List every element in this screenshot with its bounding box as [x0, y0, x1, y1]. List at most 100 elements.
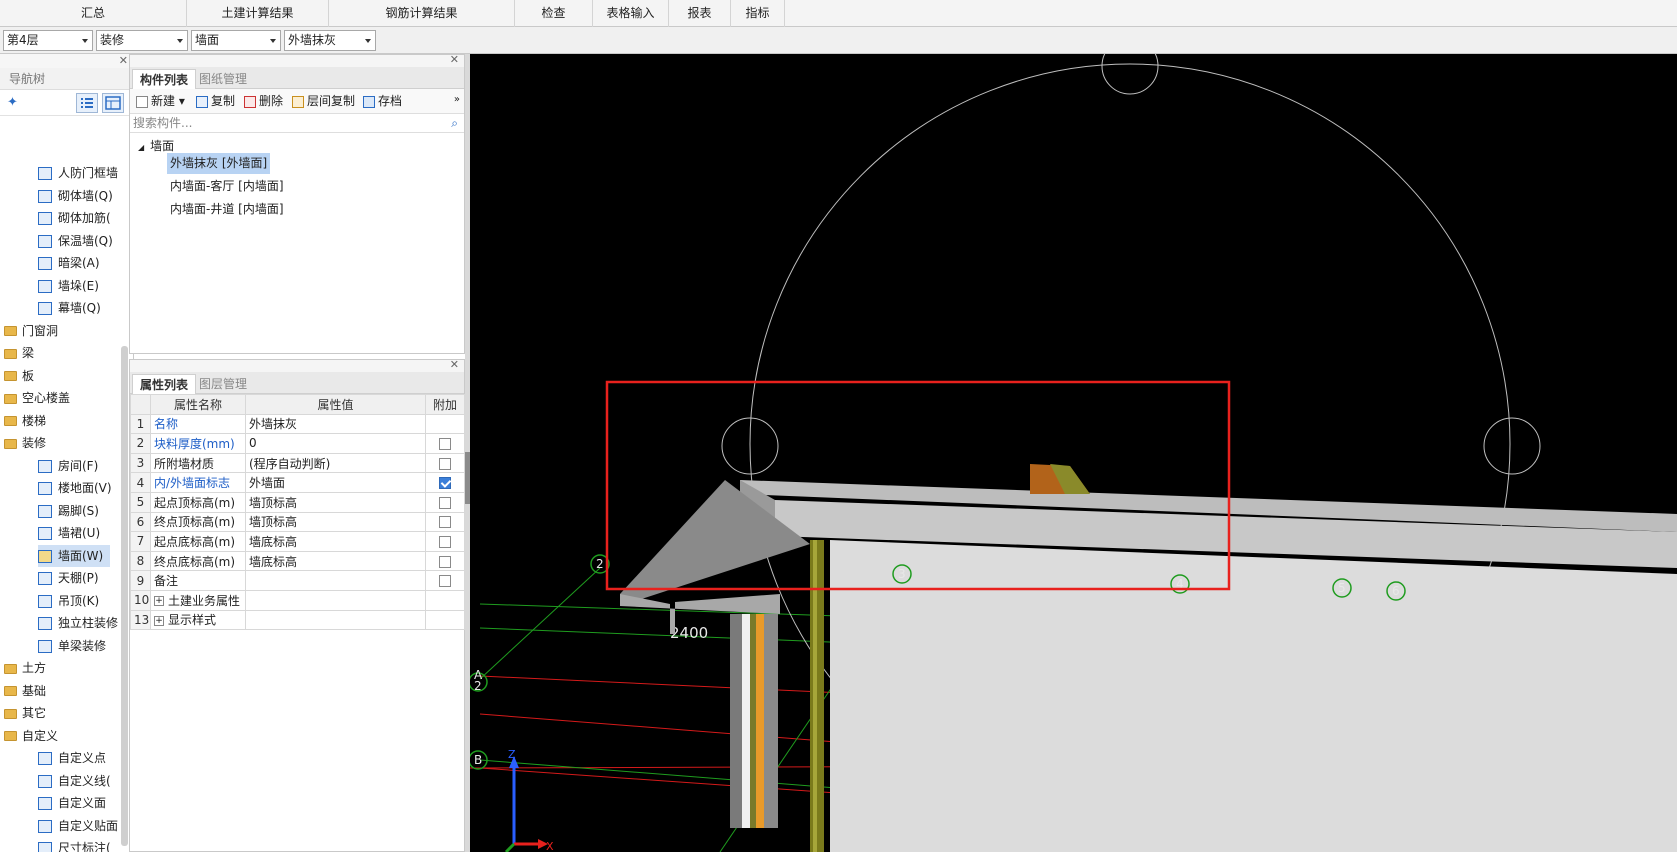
property-value[interactable]: 墙底标高 [245, 550, 426, 572]
collapse-triangle-icon[interactable]: ◢ [138, 143, 144, 152]
nav-scrollbar[interactable] [121, 346, 128, 846]
tab-civil-results[interactable]: 土建计算结果 [187, 0, 329, 27]
property-row[interactable]: 13 + 显示样式 [130, 609, 465, 631]
delete-button[interactable]: 删除 [244, 93, 283, 110]
nav-item[interactable]: 吊顶(K) [38, 590, 122, 612]
component-select[interactable]: 外墙抹灰 [284, 30, 376, 51]
nav-item[interactable]: 自定义 [4, 725, 120, 747]
property-value[interactable] [245, 589, 426, 611]
component-tree-group[interactable]: ◢ 墙面 [138, 137, 174, 154]
property-value[interactable] [245, 609, 426, 631]
property-row[interactable]: 1 名称 外墙抹灰 [130, 413, 465, 435]
wall-model[interactable] [620, 464, 1677, 852]
tab-table-input[interactable]: 表格输入 [593, 0, 669, 27]
copy-button[interactable]: 复制 [196, 93, 235, 110]
property-row[interactable]: 9 备注 [130, 570, 465, 591]
nav-item[interactable]: 墙垛(E) [38, 275, 122, 297]
extra-checkbox[interactable] [439, 555, 451, 568]
nav-item[interactable]: 其它 [4, 702, 120, 724]
tab-summary[interactable]: 汇总 [0, 0, 187, 27]
property-row[interactable]: 5 起点顶标高(m) 墙顶标高 [130, 491, 465, 513]
nav-item[interactable]: 幕墙(Q) [38, 297, 122, 319]
nav-item[interactable]: 楼梯 [4, 410, 120, 432]
nav-item[interactable]: 砌体墙(Q) [38, 185, 122, 207]
component-item[interactable]: 内墙面-客厅 [内墙面] [167, 176, 287, 197]
extra-checkbox[interactable] [439, 437, 451, 450]
close-icon[interactable]: ✕ [450, 53, 459, 66]
property-row[interactable]: 4 内/外墙面标志 外墙面 [130, 472, 465, 493]
nav-item[interactable]: 墙面(W) [38, 544, 110, 567]
nav-item[interactable]: 独立柱装修 [38, 612, 122, 634]
property-row[interactable]: 2 块料厚度(mm) 0 [130, 433, 465, 454]
property-row[interactable]: 8 终点底标高(m) 墙底标高 [130, 550, 465, 572]
orbit-handle-top[interactable] [1101, 54, 1159, 95]
extra-checkbox[interactable] [439, 575, 451, 588]
property-value[interactable]: 0 [245, 433, 426, 454]
nav-item[interactable]: 墙裙(U) [38, 522, 122, 544]
component-item[interactable]: 内墙面-井道 [内墙面] [167, 199, 287, 220]
3d-viewport[interactable]: 2400 2200 1300 400 2000 [470, 54, 1677, 852]
property-value[interactable]: 墙顶标高 [245, 491, 426, 513]
extra-checkbox[interactable] [439, 496, 451, 509]
nav-item[interactable]: 装修 [4, 432, 120, 454]
nav-item[interactable]: 自定义线( [38, 770, 122, 792]
search-icon[interactable]: ⌕ [451, 114, 458, 133]
tab-check[interactable]: 检查 [515, 0, 593, 27]
tab-indicators[interactable]: 指标 [731, 0, 785, 27]
nav-item[interactable]: 保温墙(Q) [38, 230, 122, 252]
property-value[interactable]: 外墙抹灰 [245, 413, 426, 435]
nav-item[interactable]: 土方 [4, 657, 120, 679]
nav-item[interactable]: 踢脚(S) [38, 500, 122, 522]
new-button[interactable]: 新建 ▾ [136, 93, 185, 110]
nav-item[interactable]: 单梁装修 [38, 635, 122, 657]
grid-view-button[interactable] [102, 93, 124, 113]
more-icon[interactable]: » [454, 94, 460, 105]
extra-checkbox[interactable] [439, 457, 451, 470]
expand-icon[interactable]: + [154, 615, 164, 626]
property-row[interactable]: 7 起点底标高(m) 墙底标高 [130, 531, 465, 552]
property-row[interactable]: 10 + 土建业务属性 [130, 589, 465, 611]
nav-item[interactable]: 自定义贴面 [38, 815, 122, 837]
type-select[interactable]: 墙面 [191, 30, 281, 51]
component-search-input[interactable]: 搜索构件... ⌕ [130, 114, 464, 133]
tab-rebar-results[interactable]: 钢筋计算结果 [329, 0, 515, 27]
floor-select[interactable]: 第4层 [3, 30, 93, 51]
nav-item[interactable]: 门窗洞 [4, 320, 120, 342]
close-icon[interactable]: ✕ [450, 358, 459, 371]
category-select[interactable]: 装修 [96, 30, 188, 51]
nav-item[interactable]: 尺寸标注( [38, 837, 122, 852]
copy-between-floors-button[interactable]: 层间复制 [292, 93, 355, 110]
nav-item[interactable]: 楼地面(V) [38, 477, 122, 499]
tab-property-list[interactable]: 属性列表 [132, 374, 197, 394]
nav-item[interactable]: 天棚(P) [38, 567, 122, 589]
property-value[interactable]: (程序自动判断) [245, 452, 426, 474]
property-row[interactable]: 3 所附墙材质 (程序自动判断) [130, 452, 465, 474]
component-item[interactable]: 外墙抹灰 [外墙面] [167, 153, 271, 174]
property-row[interactable]: 6 终点顶标高(m) 墙顶标高 [130, 511, 465, 533]
close-icon[interactable]: ✕ [119, 54, 128, 67]
nav-item[interactable]: 人防门框墙 [38, 162, 122, 184]
extra-checkbox[interactable] [439, 477, 451, 490]
tab-report[interactable]: 报表 [669, 0, 731, 27]
tab-drawing-management[interactable]: 图纸管理 [192, 69, 254, 89]
nav-item[interactable]: 房间(F) [38, 455, 122, 477]
expand-icon[interactable]: + [154, 596, 164, 607]
nav-item[interactable]: 暗梁(A) [38, 252, 122, 274]
tab-component-list[interactable]: 构件列表 [132, 69, 197, 89]
extra-checkbox[interactable] [439, 516, 451, 529]
property-value[interactable] [245, 570, 426, 591]
nav-item[interactable]: 自定义面 [38, 792, 122, 814]
property-value[interactable]: 墙顶标高 [245, 511, 426, 533]
nav-item[interactable]: 砌体加筋( [38, 207, 122, 229]
archive-button[interactable]: 存档 [363, 93, 402, 110]
orbit-handle-right[interactable] [1483, 417, 1541, 475]
property-value[interactable]: 墙底标高 [245, 531, 426, 552]
property-value[interactable]: 外墙面 [245, 472, 426, 493]
pin-icon[interactable]: ✦ [7, 95, 18, 110]
extra-checkbox[interactable] [439, 535, 451, 548]
nav-item[interactable]: 基础 [4, 680, 120, 702]
list-view-button[interactable] [76, 93, 98, 113]
nav-item[interactable]: 空心楼盖 [4, 387, 120, 409]
nav-item[interactable]: 梁 [4, 342, 120, 364]
tab-layer-management[interactable]: 图层管理 [192, 374, 254, 394]
